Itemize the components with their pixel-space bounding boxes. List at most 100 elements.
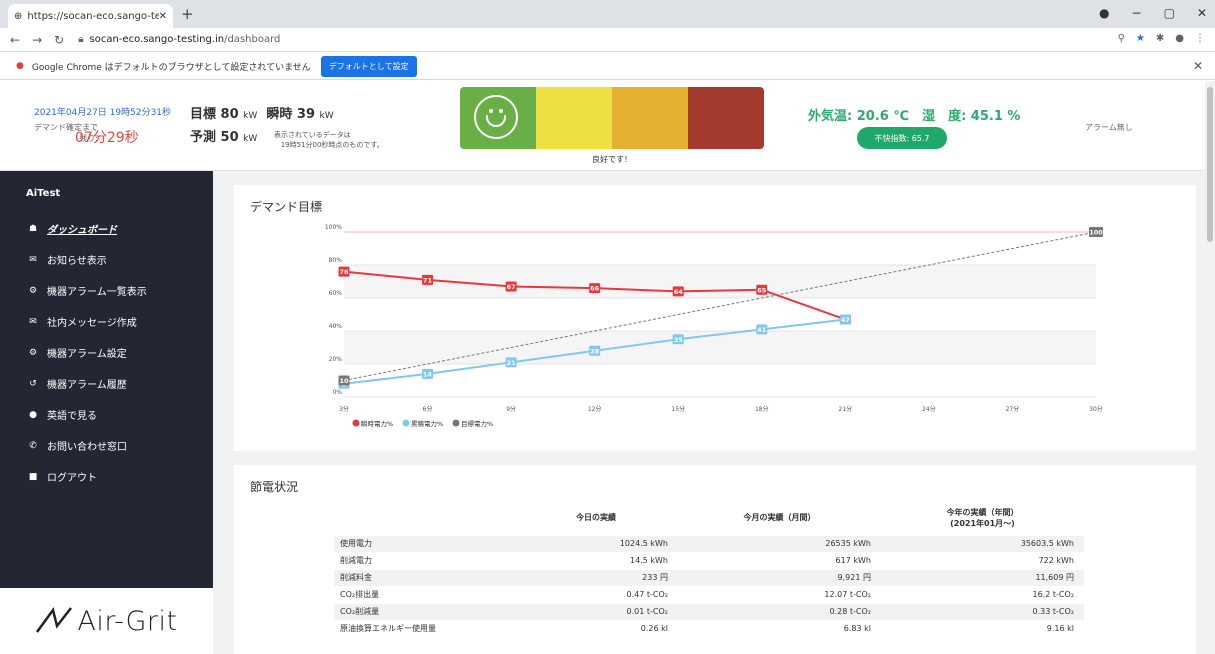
scrollbar-thumb[interactable] xyxy=(1207,87,1213,242)
sidebar-item-7[interactable]: ✆ お問い合わせ窓口 xyxy=(0,430,213,461)
browser-tab[interactable]: ⊕ https://socan-eco.sango-testing. ✕ xyxy=(8,4,173,28)
x-tick-label: 24分 xyxy=(922,405,936,413)
cell-value: 1024.5 kWh xyxy=(514,534,678,552)
sidebar-item-0[interactable]: ☗ ダッシュボード xyxy=(0,213,213,244)
data-time-note: 表示されているデータは 19時51分00秒時点のものです。 xyxy=(274,131,384,149)
data-label: 21 xyxy=(507,359,517,367)
page-scrollbar[interactable] xyxy=(1205,81,1215,654)
x-tick-label: 21分 xyxy=(839,405,853,413)
x-tick-label: 27分 xyxy=(1006,405,1020,413)
col-header-label xyxy=(334,501,514,535)
home-icon: ☗ xyxy=(28,223,38,234)
data-label: 66 xyxy=(590,285,600,293)
zoom-icon[interactable]: ⚲ xyxy=(1118,33,1125,44)
data-label: 28 xyxy=(590,347,600,355)
data-label: 14 xyxy=(423,370,433,378)
forward-icon[interactable]: → xyxy=(32,33,42,47)
cell-value: 0.47 t-CO₂ xyxy=(514,585,678,603)
sidebar-item-6[interactable]: ● 英語で見る xyxy=(0,399,213,430)
y-tick-label: 60% xyxy=(329,290,343,297)
account-icon[interactable]: ● xyxy=(1175,33,1184,44)
close-infobar-icon[interactable]: ✕ xyxy=(1193,59,1203,73)
menu-icon[interactable]: ⋮ xyxy=(1195,33,1205,44)
sidebar-item-label: ダッシュボード xyxy=(47,225,117,236)
close-window-icon[interactable]: ✕ xyxy=(1197,6,1207,20)
mail-icon: ✉ xyxy=(29,316,37,327)
browser-tab-bar: ⊕ https://socan-eco.sango-testing. ✕ + ●… xyxy=(0,0,1215,28)
table-row: 原油換算エネルギー使用量 0.26 kl 6.83 kl 9.16 kl xyxy=(334,619,1084,637)
x-tick-label: 3分 xyxy=(339,405,349,413)
sidebar-item-label: お知らせ表示 xyxy=(47,256,107,267)
star-icon[interactable]: ★ xyxy=(1136,33,1145,44)
cell-value: 617 kWh xyxy=(677,551,881,569)
logo-mark-icon xyxy=(36,607,73,633)
data-label: 100 xyxy=(1089,229,1103,237)
sidebar-item-2[interactable]: ⚙ 機器アラーム一覧表示 xyxy=(0,275,213,306)
main-content: デマンド目標 0% 20% 40% 60% 80% 100% 3分 6分 9分 12分 15分 18分… xyxy=(213,171,1205,654)
legend-marker xyxy=(352,419,360,427)
data-label: 76 xyxy=(339,268,349,276)
legend-label: 目標電力% xyxy=(461,419,493,428)
y-tick-label: 40% xyxy=(329,323,343,330)
phone-icon: ✆ xyxy=(29,440,37,451)
cell-value: 9,921 円 xyxy=(677,568,881,586)
gear-icon: ⚙ xyxy=(28,285,38,296)
col-header-year: 今年の実績（年間） (2021年01月〜) xyxy=(946,507,1019,528)
close-tab-icon[interactable]: ✕ xyxy=(159,11,167,22)
table-row: 削減電力 14.5 kWh 617 kWh 722 kWh xyxy=(334,551,1084,569)
data-label: 64 xyxy=(674,288,684,296)
url-field[interactable]: 🔒︎ socan-eco.sango-testing.in/dashboard xyxy=(78,34,280,45)
cell-value: 0.33 t-CO₂ xyxy=(880,602,1084,620)
sidebar-item-3[interactable]: ✉ 社内メッセージ作成 xyxy=(0,306,213,337)
lock-icon: 🔒︎ xyxy=(78,34,84,45)
y-tick-label: 20% xyxy=(329,356,343,363)
forecast-value: 予測 50 kW xyxy=(190,130,258,145)
status-header: 2021年04月27日 19時52分31秒 デマンド確定まで 残り: 07分29秒… xyxy=(0,81,1205,171)
weather-readout: 外気温: 20.6 ℃ 湿 度: 45.1 % xyxy=(808,109,1021,124)
data-label: 67 xyxy=(507,283,516,291)
data-label: 41 xyxy=(757,326,767,334)
x-tick-label: 15分 xyxy=(671,405,685,413)
plot-band xyxy=(344,331,1096,364)
sidebar-item-label: 機器アラーム履歴 xyxy=(47,380,127,391)
restore-icon[interactable]: ▢ xyxy=(1164,6,1175,20)
legend-marker xyxy=(402,419,410,427)
profile-icon[interactable]: ● xyxy=(1099,6,1109,20)
globe-icon: ● xyxy=(29,409,37,420)
row-label: 削減料金 xyxy=(334,568,514,586)
cell-value: 0.01 t-CO₂ xyxy=(514,602,678,620)
data-label: 65 xyxy=(757,286,767,294)
data-label: 35 xyxy=(674,336,684,344)
company-name: AiTest xyxy=(26,188,61,199)
tab-title: https://socan-eco.sango-testing. xyxy=(27,10,159,22)
infobar-text: Google Chrome はデフォルトのブラウザとして設定されていません xyxy=(31,62,311,73)
row-label: 削減電力 xyxy=(334,551,514,569)
x-tick-label: 30分 xyxy=(1089,405,1103,413)
sidebar-item-4[interactable]: ⚙ 機器アラーム設定 xyxy=(0,337,213,368)
row-label: 使用電力 xyxy=(334,534,514,552)
status-label: 良好です！ xyxy=(592,155,632,164)
cell-value: 14.5 kWh xyxy=(514,551,678,569)
sidebar-item-8[interactable]: ■ ログアウト xyxy=(0,461,213,492)
plot-band xyxy=(344,298,1096,331)
cell-value: 11,609 円 xyxy=(880,568,1084,586)
sidebar-item-label: 機器アラーム設定 xyxy=(47,349,127,360)
sidebar-item-1[interactable]: ✉ お知らせ表示 xyxy=(0,244,213,275)
data-label: 71 xyxy=(423,276,433,284)
address-bar: ← → ↻ 🔒︎ socan-eco.sango-testing.in/dash… xyxy=(0,28,1215,52)
sidebar-item-5[interactable]: ↺ 機器アラーム履歴 xyxy=(0,368,213,399)
minimize-icon[interactable]: − xyxy=(1132,6,1142,20)
target-instant-values: 目標 80 kW 瞬時 39 kW xyxy=(190,107,334,122)
cell-value: 6.83 kl xyxy=(677,619,881,637)
set-default-button[interactable]: デフォルトとして設定 xyxy=(320,55,417,77)
extensions-icon[interactable]: ✱ xyxy=(1156,33,1164,44)
chrome-icon: ● xyxy=(16,61,24,71)
reload-icon[interactable]: ↻ xyxy=(54,33,64,47)
new-tab-icon[interactable]: + xyxy=(181,5,194,23)
row-label: CO₂排出量 xyxy=(334,585,514,603)
cell-value: 16.2 t-CO₂ xyxy=(880,585,1084,603)
back-icon[interactable]: ← xyxy=(10,33,20,47)
y-tick-label: 80% xyxy=(329,257,343,264)
col-header-month: 今月の実績（月間） xyxy=(743,513,816,523)
air-grit-logo: Air-Grit xyxy=(0,588,213,654)
